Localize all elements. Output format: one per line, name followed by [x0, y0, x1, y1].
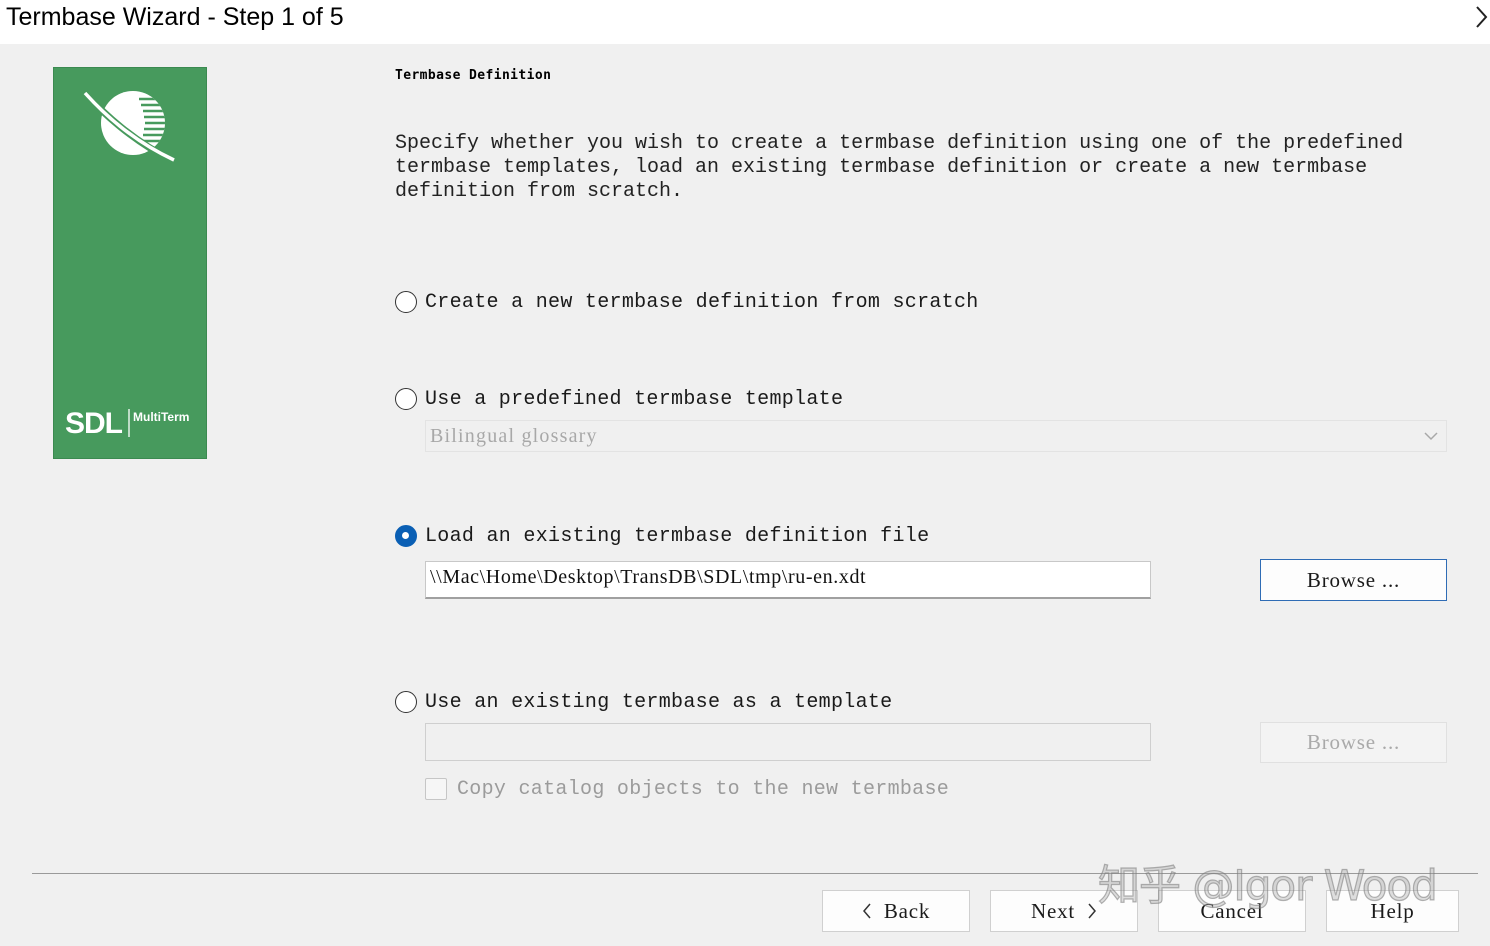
section-description: Specify whether you wish to create a ter…	[395, 132, 1435, 204]
footer-separator	[32, 873, 1478, 874]
back-button-label: Back	[883, 898, 931, 923]
option-predefined-template[interactable]: Use a predefined termbase template	[395, 385, 843, 413]
chevron-right-icon	[1088, 903, 1097, 919]
chevron-left-icon	[862, 903, 871, 919]
create-new-radio[interactable]	[395, 291, 417, 313]
description-line-2: termbase templates, load an existing ter…	[395, 156, 1368, 179]
next-button-label: Next	[1030, 898, 1076, 923]
title-bar: Termbase Wizard - Step 1 of 5	[0, 0, 1490, 44]
chevron-right-icon[interactable]	[1474, 4, 1490, 30]
template-dropdown[interactable]: Bilingual glossary	[425, 420, 1447, 452]
existing-termbase-label: Use an existing termbase as a template	[425, 690, 893, 714]
product-text: MultiTerm	[133, 410, 189, 424]
existing-termbase-radio[interactable]	[395, 691, 417, 713]
cancel-button[interactable]: Cancel	[1158, 890, 1306, 932]
definition-file-path-input[interactable]: \\Mac\Home\Desktop\TransDB\SDL\tmp\ru-en…	[425, 561, 1151, 599]
load-existing-label: Load an existing termbase definition fil…	[425, 524, 930, 548]
predefined-template-label: Use a predefined termbase template	[425, 387, 844, 411]
chevron-down-icon	[1424, 432, 1438, 441]
next-button[interactable]: Next	[990, 890, 1138, 932]
browse-definition-button[interactable]: Browse ...	[1260, 559, 1447, 601]
existing-termbase-input[interactable]	[425, 723, 1151, 761]
window-title: Termbase Wizard - Step 1 of 5	[6, 3, 344, 31]
section-heading: Termbase Definition	[395, 68, 552, 83]
create-new-label: Create a new termbase definition from sc…	[425, 290, 979, 314]
copy-catalog-label: Copy catalog objects to the new termbase	[457, 777, 950, 801]
option-load-existing[interactable]: Load an existing termbase definition fil…	[395, 522, 929, 550]
copy-catalog-option[interactable]: Copy catalog objects to the new termbase	[425, 776, 949, 802]
option-create-new[interactable]: Create a new termbase definition from sc…	[395, 288, 979, 316]
help-button[interactable]: Help	[1326, 890, 1459, 932]
load-existing-radio[interactable]	[395, 525, 417, 547]
sdl-multiterm-logo: SDL MultiTerm	[65, 407, 189, 439]
description-line-3: definition from scratch.	[395, 180, 684, 203]
option-existing-termbase[interactable]: Use an existing termbase as a template	[395, 688, 892, 716]
product-banner: SDL MultiTerm	[53, 67, 207, 459]
predefined-template-radio[interactable]	[395, 388, 417, 410]
browse-termbase-button[interactable]: Browse ...	[1260, 722, 1447, 763]
globe-logo-icon	[83, 91, 175, 165]
description-line-1: Specify whether you wish to create a ter…	[395, 132, 1404, 155]
back-button[interactable]: Back	[822, 890, 970, 932]
brand-text: SDL	[65, 407, 123, 439]
copy-catalog-checkbox[interactable]	[425, 778, 447, 800]
template-dropdown-value: Bilingual glossary	[430, 425, 598, 447]
definition-file-path-value: \\Mac\Home\Desktop\TransDB\SDL\tmp\ru-en…	[430, 566, 867, 588]
